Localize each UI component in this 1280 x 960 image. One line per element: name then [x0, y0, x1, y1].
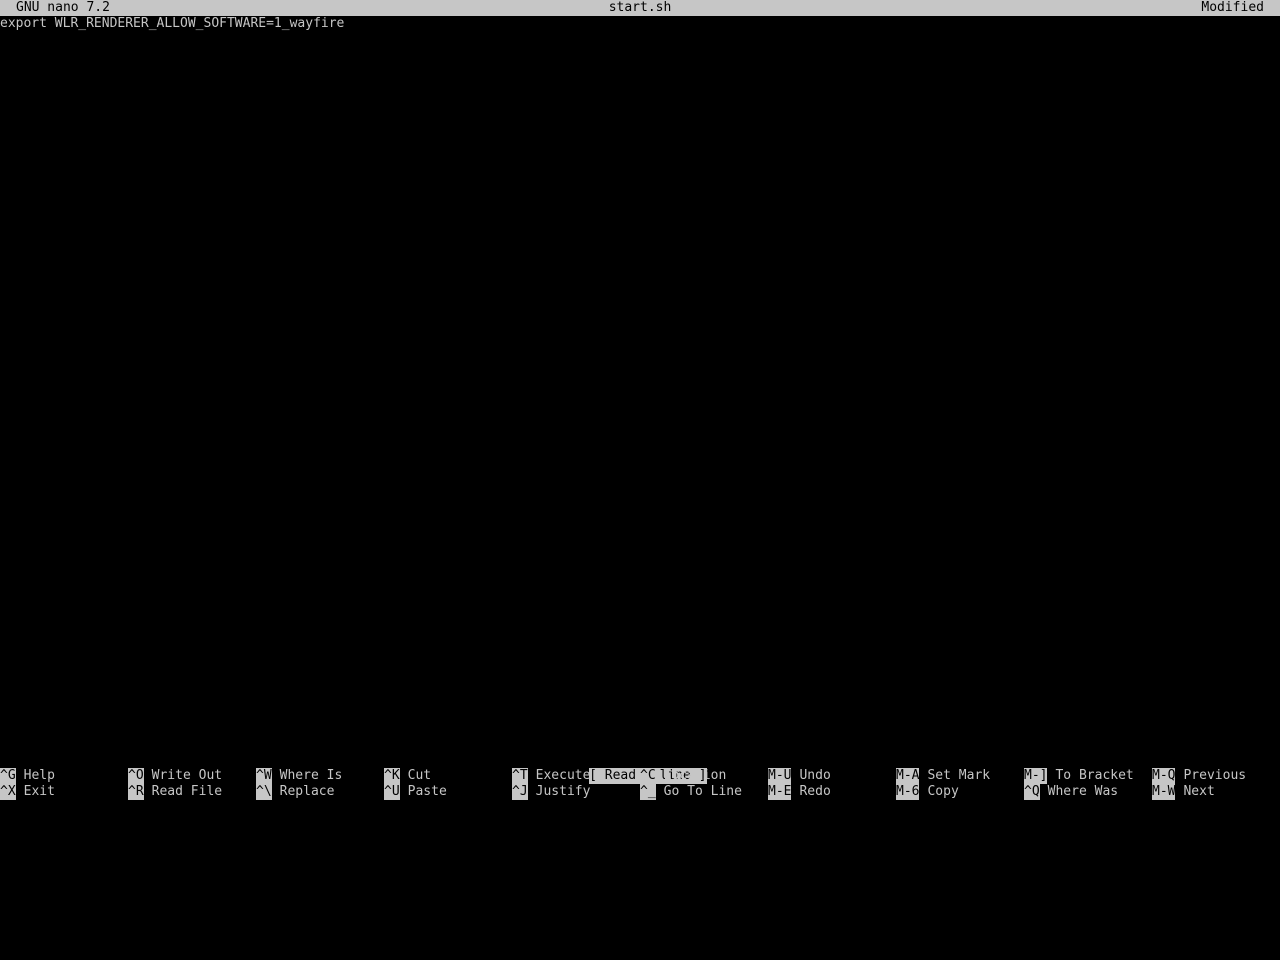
shortcut-justify[interactable]: ^J Justify [512, 784, 590, 800]
shortcut-key: M-A [896, 768, 920, 784]
shortcut-key: ^X [0, 784, 16, 800]
shortcut-label: Previous [1183, 768, 1247, 783]
shortcut-undo[interactable]: M-U Undo [768, 768, 831, 784]
editor-area[interactable]: export WLR_RENDERER_ALLOW_SOFTWARE=1_way… [0, 16, 1280, 752]
status-bar: [ Read 1 line ] [0, 752, 1280, 784]
shortcut-label: Set Mark [927, 768, 991, 783]
shortcut-cut[interactable]: ^K Cut [384, 768, 431, 784]
file-name: start.sh [608, 0, 672, 15]
shortcut-label: Next [1183, 784, 1215, 799]
shortcut-key: M-W [1152, 784, 1176, 800]
shortcut-key: ^C [640, 768, 656, 784]
shortcut-key: ^Q [1024, 784, 1040, 800]
shortcut-label: Redo [799, 784, 831, 799]
shortcut-key: ^\ [256, 784, 272, 800]
shortcut-row-1: ^G Help ^O Write Out ^W Where Is ^K Cut ^T Ex… [0, 768, 1280, 784]
shortcut-label: Location [663, 768, 727, 783]
shortcut-key: M-E [768, 784, 792, 800]
shortcut-row-2: ^X Exit ^R Read File ^\ Replace ^U Paste ^J J… [0, 784, 1280, 800]
shortcut-help[interactable]: ^G Help [0, 768, 55, 784]
shortcut-label: Copy [927, 784, 959, 799]
shortcut-label: To Bracket [1055, 768, 1134, 783]
app-version: GNU nano 7.2 [16, 0, 110, 15]
title-bar: start.sh GNU nano 7.2 Modified [0, 0, 1280, 16]
shortcut-location[interactable]: ^C Location [640, 768, 726, 784]
shortcut-key: ^R [128, 784, 144, 800]
shortcut-copy[interactable]: M-6 Copy [896, 784, 959, 800]
shortcut-key: M-6 [896, 784, 920, 800]
shortcut-write-out[interactable]: ^O Write Out [128, 768, 222, 784]
shortcut-key: ^U [384, 784, 400, 800]
shortcut-label: Undo [799, 768, 831, 783]
shortcut-where-was[interactable]: ^Q Where Was [1024, 784, 1118, 800]
shortcut-label: Read File [151, 784, 223, 799]
shortcut-key: ^_ [640, 784, 656, 800]
shortcut-set-mark[interactable]: M-A Set Mark [896, 768, 990, 784]
shortcut-to-bracket[interactable]: M-] To Bracket [1024, 768, 1134, 784]
shortcut-key: ^O [128, 768, 144, 784]
shortcut-key: ^K [384, 768, 400, 784]
shortcut-key: M-] [1024, 768, 1048, 784]
shortcut-previous[interactable]: M-Q Previous [1152, 768, 1246, 784]
shortcut-paste[interactable]: ^U Paste [384, 784, 447, 800]
shortcut-key: ^G [0, 768, 16, 784]
shortcut-label: Help [23, 768, 55, 783]
shortcut-next[interactable]: M-W Next [1152, 784, 1215, 800]
shortcut-where-is[interactable]: ^W Where Is [256, 768, 342, 784]
shortcut-read-file[interactable]: ^R Read File [128, 784, 222, 800]
shortcut-redo[interactable]: M-E Redo [768, 784, 831, 800]
shortcut-replace[interactable]: ^\ Replace [256, 784, 334, 800]
shortcut-label: Where Is [279, 768, 343, 783]
shortcut-label: Replace [279, 784, 335, 799]
shortcut-label: Write Out [151, 768, 223, 783]
shortcut-key: M-Q [1152, 768, 1176, 784]
shortcut-key: ^T [512, 768, 528, 784]
shortcut-label: Execute [535, 768, 591, 783]
shortcut-label: Justify [535, 784, 591, 799]
shortcut-label: Where Was [1047, 784, 1119, 799]
shortcut-execute[interactable]: ^T Execute [512, 768, 590, 784]
shortcut-label: Cut [407, 768, 432, 783]
shortcut-label: Go To Line [663, 784, 742, 799]
shortcut-label: Exit [23, 784, 55, 799]
shortcut-go-to-line[interactable]: ^_ Go To Line [640, 784, 742, 800]
modified-indicator: Modified [1201, 0, 1264, 15]
shortcut-key: M-U [768, 768, 792, 784]
shortcut-exit[interactable]: ^X Exit [0, 784, 55, 800]
shortcut-label: Paste [407, 784, 447, 799]
shortcut-key: ^J [512, 784, 528, 800]
shortcut-key: ^W [256, 768, 272, 784]
editor-line[interactable]: export WLR_RENDERER_ALLOW_SOFTWARE=1_way… [0, 16, 1280, 32]
